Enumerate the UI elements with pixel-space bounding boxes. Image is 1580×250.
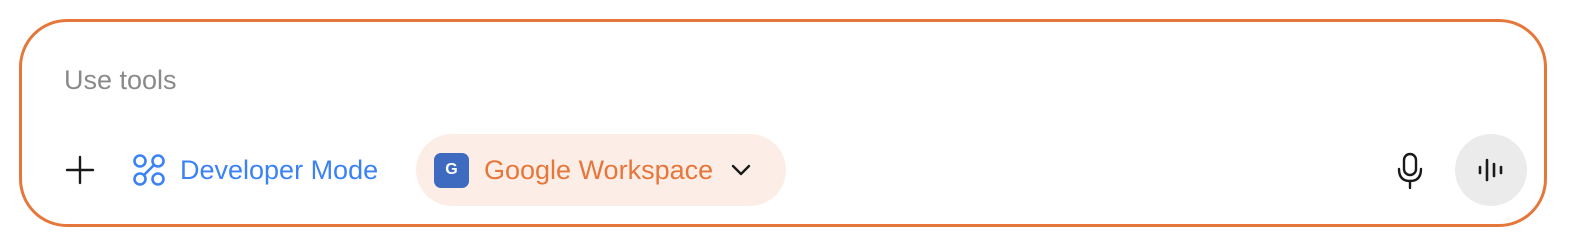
dictation-button[interactable]	[1390, 149, 1430, 193]
chevron-down-icon[interactable]	[729, 158, 753, 182]
voice-waveform-icon	[1478, 158, 1503, 182]
voice-mode-button[interactable]	[1455, 134, 1527, 206]
prompt-input[interactable]	[64, 60, 1464, 100]
google-workspace-badge: G	[434, 152, 469, 188]
google-workspace-label: Google Workspace	[484, 154, 714, 185]
microphone-icon	[1397, 152, 1423, 190]
add-attachment-button[interactable]	[60, 150, 100, 190]
prompt-composer: Developer Mode G Google Workspace	[19, 19, 1547, 227]
developer-mode-label: Developer Mode	[180, 154, 379, 185]
plus-icon	[65, 155, 95, 185]
nodes-icon	[133, 154, 165, 186]
google-workspace-chip[interactable]: G Google Workspace	[416, 134, 786, 206]
developer-mode-toggle[interactable]: Developer Mode	[132, 148, 378, 192]
